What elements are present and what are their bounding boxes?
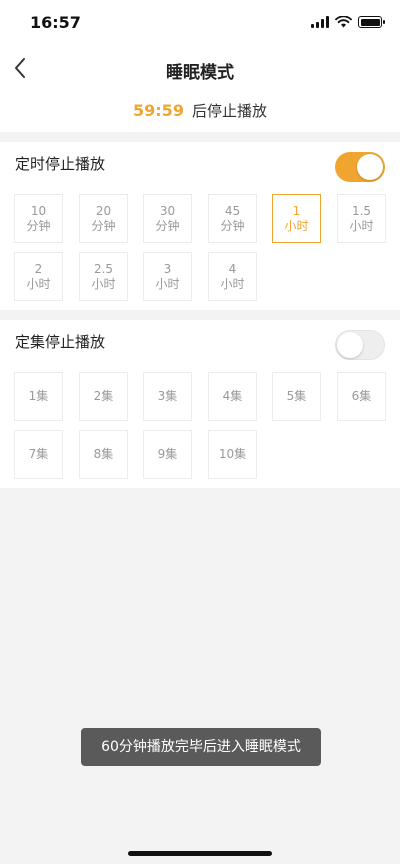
timer-option-value: 2.5	[93, 261, 114, 276]
timer-option-unit: 分钟	[155, 218, 180, 233]
episode-option-8[interactable]: 8集	[79, 430, 128, 479]
timer-option-unit: 小时	[26, 276, 51, 291]
timer-option-4h[interactable]: 4 小时	[208, 252, 257, 301]
episode-option-4[interactable]: 4集	[208, 372, 257, 421]
timer-option-1-5h[interactable]: 1.5 小时	[337, 194, 386, 243]
timer-option-value: 30	[159, 203, 176, 218]
timer-section-header: 定时停止播放	[0, 142, 400, 186]
timer-option-value: 1	[292, 203, 301, 218]
timer-option-20min[interactable]: 20 分钟	[79, 194, 128, 243]
toggle-knob	[337, 332, 363, 358]
episode-option-2[interactable]: 2集	[79, 372, 128, 421]
episode-option-10[interactable]: 10集	[208, 430, 257, 479]
episode-section-header: 定集停止播放	[0, 320, 400, 364]
timer-option-value: 4	[228, 261, 237, 276]
episode-option-9[interactable]: 9集	[143, 430, 192, 479]
timer-option-value: 45	[224, 203, 241, 218]
timer-option-value: 2	[34, 261, 43, 276]
episode-option-3[interactable]: 3集	[143, 372, 192, 421]
timer-option-45min[interactable]: 45 分钟	[208, 194, 257, 243]
battery-icon	[358, 16, 385, 28]
episode-option-5[interactable]: 5集	[272, 372, 321, 421]
timer-section-title: 定时停止播放	[15, 155, 106, 173]
timer-option-unit: 小时	[349, 218, 374, 233]
timer-option-10min[interactable]: 10 分钟	[14, 194, 63, 243]
episode-section: 定集停止播放 1集 2集 3集 4集 5集 6集 7集 8集 9集 10集	[0, 320, 400, 488]
timer-option-1h[interactable]: 1 小时	[272, 194, 321, 243]
timer-option-value: 10	[30, 203, 47, 218]
timer-toggle[interactable]	[335, 152, 385, 182]
timer-option-unit: 小时	[284, 218, 309, 233]
home-indicator	[128, 851, 272, 856]
countdown-time: 59:59	[133, 101, 184, 120]
timer-option-unit: 分钟	[26, 218, 51, 233]
timer-option-2h[interactable]: 2 小时	[14, 252, 63, 301]
timer-option-3h[interactable]: 3 小时	[143, 252, 192, 301]
episode-option-7[interactable]: 7集	[14, 430, 63, 479]
episode-option-1[interactable]: 1集	[14, 372, 63, 421]
toast-message: 60分钟播放完毕后进入睡眠模式	[81, 728, 321, 766]
timer-option-value: 20	[95, 203, 112, 218]
timer-section: 定时停止播放 10 分钟 20 分钟 30 分钟 45 分钟 1 小时 1.5 小时 2 小时…	[0, 142, 400, 310]
timer-option-unit: 小时	[220, 276, 245, 291]
timer-option-2-5h[interactable]: 2.5 小时	[79, 252, 128, 301]
episode-toggle[interactable]	[335, 330, 385, 360]
status-icons	[311, 16, 385, 28]
countdown-bar: 59:59 后停止播放	[0, 90, 400, 132]
timer-option-unit: 分钟	[220, 218, 245, 233]
cellular-signal-icon	[311, 16, 329, 28]
wifi-icon	[335, 16, 352, 28]
timer-option-value: 3	[163, 261, 172, 276]
timer-option-unit: 小时	[91, 276, 116, 291]
toggle-knob	[357, 154, 383, 180]
timer-option-unit: 小时	[155, 276, 180, 291]
countdown-suffix: 后停止播放	[191, 102, 267, 120]
timer-option-30min[interactable]: 30 分钟	[143, 194, 192, 243]
timer-option-value: 1.5	[351, 203, 372, 218]
episode-option-6[interactable]: 6集	[337, 372, 386, 421]
status-bar: 16:57	[0, 0, 400, 46]
page-title: 睡眠模式	[166, 63, 234, 83]
episode-section-title: 定集停止播放	[15, 333, 106, 351]
timer-option-unit: 分钟	[91, 218, 116, 233]
nav-bar: 睡眠模式	[0, 46, 400, 90]
status-time: 16:57	[30, 13, 81, 32]
